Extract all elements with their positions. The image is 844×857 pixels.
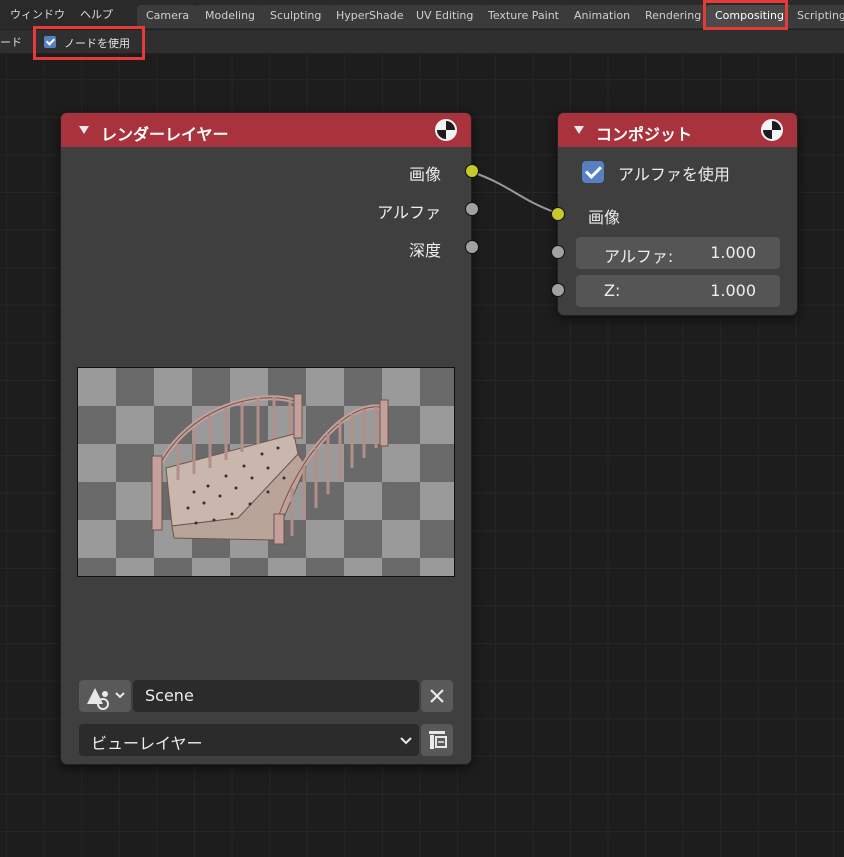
tab-texture-paint[interactable]: Texture Paint	[479, 5, 568, 28]
tab-hypershade[interactable]: HyperShade	[327, 5, 413, 28]
use-nodes-label: ノードを使用	[64, 37, 130, 50]
render-layer-node-header[interactable]: レンダーレイヤー	[61, 113, 471, 147]
tab-camera[interactable]: Camera	[137, 5, 199, 28]
tab-sculpting[interactable]: Sculpting	[261, 5, 331, 28]
menu-help[interactable]: ヘルプ	[80, 6, 113, 22]
scene-browse-button[interactable]	[79, 680, 131, 712]
output-depth-socket[interactable]	[465, 240, 479, 254]
view-layer-icon	[429, 731, 447, 749]
input-alpha-socket[interactable]	[551, 245, 565, 259]
input-image-socket[interactable]	[551, 207, 565, 221]
view-layer-browse-button[interactable]	[421, 724, 453, 756]
alpha-value: 1.000	[710, 243, 756, 262]
input-image-label: 画像	[588, 208, 621, 227]
tab-modeling[interactable]: Modeling	[196, 5, 265, 28]
tab-animation[interactable]: Animation	[565, 5, 640, 28]
bridge-render	[151, 393, 389, 545]
render-result-icon	[435, 119, 457, 141]
output-image-label: 画像	[408, 165, 441, 184]
view-layer-dropdown[interactable]: ビューレイヤー	[79, 724, 419, 756]
render-layer-node[interactable]: レンダーレイヤー 画像 アルファ 深度 Scene ビューレイヤー	[60, 112, 479, 765]
tab-compositing[interactable]: Compositing	[706, 5, 793, 28]
use-alpha-checkbox[interactable]	[582, 161, 604, 183]
scene-icon	[87, 688, 125, 710]
composite-node-title: コンポジット	[596, 125, 693, 144]
composite-node-header[interactable]: コンポジット	[558, 113, 797, 147]
menu-window[interactable]: ウィンドウ	[10, 6, 65, 22]
scene-unlink-button[interactable]	[421, 680, 453, 712]
header-menu-node[interactable]: ード	[0, 34, 22, 50]
output-alpha-label: アルファ	[377, 203, 441, 222]
scene-name-field[interactable]: Scene	[133, 680, 419, 712]
use-nodes-checkbox[interactable]	[44, 36, 56, 48]
scene-name-text: Scene	[145, 686, 194, 705]
input-z-socket[interactable]	[551, 283, 565, 297]
z-label: Z:	[604, 281, 621, 300]
chevron-down-icon	[400, 737, 412, 745]
use-alpha-label: アルファを使用	[618, 165, 730, 184]
tab-rendering[interactable]: Rendering	[636, 5, 711, 28]
output-alpha-socket[interactable]	[465, 202, 479, 216]
alpha-label: アルファ:	[604, 247, 674, 266]
view-layer-text: ビューレイヤー	[91, 734, 203, 753]
close-icon	[430, 689, 444, 703]
composite-node[interactable]: コンポジット アルファを使用 画像 アルファ: 1.000 Z: 1.000	[551, 112, 798, 316]
tab-scripting[interactable]: Scripting	[788, 5, 844, 28]
output-image-socket[interactable]	[465, 164, 479, 178]
collapse-triangle-icon[interactable]	[574, 126, 584, 134]
z-value-field[interactable]: Z: 1.000	[576, 275, 780, 307]
render-layer-node-title: レンダーレイヤー	[101, 125, 229, 144]
z-value: 1.000	[710, 281, 756, 300]
output-depth-label: 深度	[408, 241, 441, 260]
workspace-bar: ウィンドウ ヘルプ Camera Modeling Sculpting Hype…	[0, 0, 844, 30]
node-editor-header: ード ノードを使用	[0, 30, 844, 54]
render-result-icon	[761, 119, 783, 141]
render-preview-image	[77, 367, 455, 577]
collapse-triangle-icon[interactable]	[79, 126, 89, 134]
tab-uv-editing[interactable]: UV Editing	[407, 5, 483, 28]
alpha-value-field[interactable]: アルファ: 1.000	[576, 237, 780, 269]
